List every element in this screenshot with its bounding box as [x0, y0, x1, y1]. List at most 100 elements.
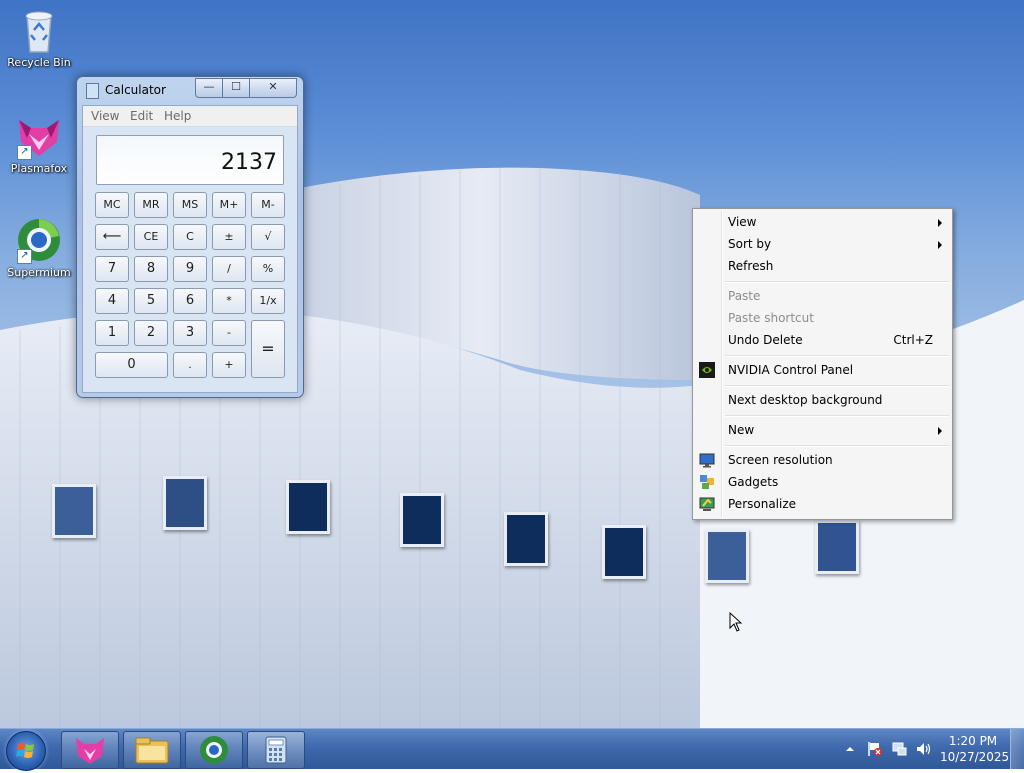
wallpaper-window	[163, 476, 207, 530]
taskbar-calculator[interactable]	[247, 731, 305, 769]
menu-item-nvidia-control-panel[interactable]: NVIDIA Control Panel	[695, 359, 950, 381]
menu-separator	[725, 355, 949, 357]
key-percent[interactable]: %	[251, 256, 285, 282]
submenu-arrow-icon	[938, 219, 942, 227]
wallpaper-window	[504, 512, 548, 566]
key-backspace[interactable]: ⟵	[95, 224, 129, 250]
key-8[interactable]: 8	[134, 256, 168, 282]
nvidia-icon	[699, 362, 715, 378]
wallpaper-window	[52, 484, 96, 538]
key-m-plus[interactable]: M+	[212, 192, 246, 218]
key-divide[interactable]: /	[212, 256, 246, 282]
menu-help[interactable]: Help	[164, 109, 191, 123]
menu-item-label: Gadgets	[728, 475, 779, 489]
menu-item-next-desktop-background[interactable]: Next desktop background	[695, 389, 950, 411]
show-desktop-button[interactable]	[1010, 729, 1024, 769]
wallpaper-window	[602, 525, 646, 579]
menu-item-label: Next desktop background	[728, 393, 883, 407]
key-ce[interactable]: CE	[134, 224, 168, 250]
desktop-icon-label: Supermium	[7, 266, 71, 279]
shortcut-arrow-icon: ↗	[17, 145, 32, 160]
desktop-icon-label: Plasmafox	[10, 162, 68, 175]
wallpaper-window	[705, 529, 749, 583]
menu-view[interactable]: View	[91, 109, 119, 123]
menu-item-paste-shortcut: Paste shortcut	[695, 307, 950, 329]
gadgets-icon	[699, 474, 715, 490]
display-value: 2137	[221, 150, 277, 175]
menu-item-undo-delete[interactable]: Undo Delete Ctrl+Z	[695, 329, 950, 351]
plasmafox-icon: ↗	[15, 112, 63, 160]
key-subtract[interactable]: -	[212, 320, 246, 346]
window-title: Calculator	[105, 83, 166, 97]
desktop[interactable]: Recycle Bin ↗ Plasmafox ↗ Supermium Calc…	[0, 0, 1024, 728]
key-2[interactable]: 2	[134, 320, 168, 346]
supermium-icon: ↗	[15, 216, 63, 264]
clock-time: 1:20 PM	[948, 734, 998, 748]
volume-icon[interactable]	[915, 741, 931, 755]
desktop-icon-recycle-bin[interactable]: Recycle Bin	[1, 6, 77, 69]
menu-item-shortcut: Ctrl+Z	[893, 333, 933, 347]
key-5[interactable]: 5	[134, 288, 168, 314]
start-button[interactable]	[6, 731, 46, 771]
menu-separator	[725, 385, 949, 387]
key-reciprocal[interactable]: 1/x	[251, 288, 285, 314]
key-c[interactable]: C	[173, 224, 207, 250]
menu-item-paste: Paste	[695, 285, 950, 307]
menu-item-label: Undo Delete	[728, 333, 803, 347]
key-equals[interactable]: =	[251, 320, 285, 378]
key-mc[interactable]: MC	[95, 192, 129, 218]
menu-item-new[interactable]: New	[695, 419, 950, 441]
action-center-warning-icon[interactable]	[867, 741, 882, 756]
taskbar-plasmafox[interactable]	[61, 731, 119, 769]
key-6[interactable]: 6	[173, 288, 207, 314]
key-add[interactable]: +	[212, 352, 246, 378]
key-m-minus[interactable]: M-	[251, 192, 285, 218]
key-9[interactable]: 9	[173, 256, 207, 282]
menu-item-label: Sort by	[728, 237, 772, 251]
calculator-window[interactable]: Calculator — ☐ ✕ View Edit Help 2137 MC …	[76, 76, 304, 398]
menu-item-label: Refresh	[728, 259, 774, 273]
submenu-arrow-icon	[938, 241, 942, 249]
maximize-button[interactable]: ☐	[222, 78, 250, 98]
key-decimal[interactable]: .	[173, 352, 207, 378]
taskbar: 1:20 PM 10/27/2025	[0, 728, 1024, 771]
wallpaper-window	[286, 480, 330, 534]
key-ms[interactable]: MS	[173, 192, 207, 218]
shortcut-arrow-icon: ↗	[17, 249, 32, 264]
key-1[interactable]: 1	[95, 320, 129, 346]
taskbar-clock[interactable]: 1:20 PM 10/27/2025	[940, 733, 1009, 765]
minimize-button[interactable]: —	[195, 78, 223, 98]
key-mr[interactable]: MR	[134, 192, 168, 218]
menu-item-label: Paste shortcut	[728, 311, 814, 325]
key-plus-minus[interactable]: ±	[212, 224, 246, 250]
recycle-bin-icon	[15, 6, 63, 54]
key-7[interactable]: 7	[95, 256, 129, 282]
key-0[interactable]: 0	[95, 352, 168, 378]
menu-item-sort-by[interactable]: Sort by	[695, 233, 950, 255]
menu-item-label: View	[728, 215, 757, 229]
taskbar-supermium[interactable]	[185, 731, 243, 769]
menu-item-view[interactable]: View	[695, 211, 950, 233]
show-hidden-icons-icon[interactable]	[845, 743, 859, 757]
menu-edit[interactable]: Edit	[130, 109, 153, 123]
calculator-icon	[265, 736, 287, 764]
taskbar-file-explorer[interactable]	[123, 731, 181, 769]
calculator-titlebar[interactable]: Calculator — ☐ ✕	[77, 77, 303, 103]
menu-item-personalize[interactable]: Personalize	[695, 493, 950, 515]
monitor-icon	[699, 452, 715, 468]
key-3[interactable]: 3	[173, 320, 207, 346]
key-multiply[interactable]: *	[212, 288, 246, 314]
menu-item-refresh[interactable]: Refresh	[695, 255, 950, 277]
key-sqrt[interactable]: √	[251, 224, 285, 250]
desktop-icon-supermium[interactable]: ↗ Supermium	[1, 216, 77, 279]
network-icon[interactable]	[892, 741, 907, 756]
close-button[interactable]: ✕	[249, 78, 297, 98]
menu-separator	[725, 415, 949, 417]
desktop-icon-plasmafox[interactable]: ↗ Plasmafox	[1, 112, 77, 175]
desktop-context-menu: View Sort by Refresh Paste Paste shortcu…	[692, 208, 953, 520]
menu-item-gadgets[interactable]: Gadgets	[695, 471, 950, 493]
file-explorer-icon	[135, 737, 169, 764]
key-4[interactable]: 4	[95, 288, 129, 314]
wallpaper-window	[400, 493, 444, 547]
menu-item-screen-resolution[interactable]: Screen resolution	[695, 449, 950, 471]
